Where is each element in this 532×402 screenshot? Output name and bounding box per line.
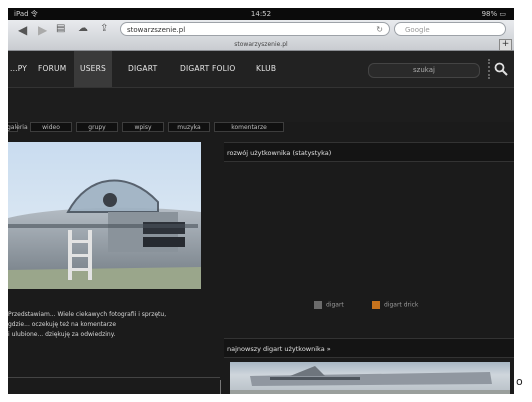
stats-panel-header: rozwój użytkownika (statystyka) (224, 142, 514, 162)
nav-item-1[interactable]: ...PY (10, 51, 27, 87)
status-bar: iPad 令 14:52 98% ▭ (8, 8, 514, 20)
latest-digart-thumbnail[interactable] (230, 362, 510, 394)
tab-grupy[interactable]: grupy (76, 122, 118, 132)
legend-swatch (314, 301, 322, 309)
tab-muzyka[interactable]: muzyka (168, 122, 210, 132)
stray-character: o (516, 375, 523, 388)
new-tab-button[interactable]: + (499, 39, 512, 51)
profile-photo[interactable] (8, 142, 201, 289)
browser-search-field[interactable]: Google (394, 22, 506, 36)
search-icon[interactable] (494, 62, 508, 76)
ipad-screen: iPad 令 14:52 98% ▭ ◀ ▶ ▤ ☁ ⇪ stowarzszen… (8, 8, 514, 394)
tab-wideo[interactable]: wideo (30, 122, 72, 132)
tab-wpisy[interactable]: wpisy (122, 122, 164, 132)
legend-label: digart drick (384, 301, 419, 309)
status-right: 98% ▭ (481, 10, 506, 18)
jet-cockpit-image (8, 142, 201, 289)
aircraft-image (230, 366, 510, 394)
description-line: Przedstawiam... Wiele ciekawych fotograf… (8, 311, 167, 318)
description-line: i ulubione... dziękuję za odwiedziny. (8, 331, 116, 338)
tab-galeria[interactable]: galeria (8, 122, 28, 132)
reload-icon[interactable]: ↻ (376, 23, 383, 37)
site-search-input[interactable]: szukaj (368, 63, 480, 78)
tab-komentarze[interactable]: komentarze (214, 122, 284, 132)
site-nav: ...PY FORUM USERS DIGART DIGART FOLIO KL… (8, 51, 514, 88)
nav-item-digart[interactable]: DIGART (128, 51, 157, 87)
url-field[interactable]: stowarzszenie.pl ↻ (120, 22, 390, 36)
share-icon[interactable]: ⇪ (100, 23, 108, 34)
nav-item-klub[interactable]: KLUB (256, 51, 276, 87)
header-band (8, 88, 514, 122)
bookmarks-icon[interactable]: ▤ (56, 23, 65, 34)
legend-item-digart: digart (314, 301, 344, 310)
description-line: gdzie... oczekuję też na komentarze (8, 321, 117, 328)
nav-item-forum[interactable]: FORUM (38, 51, 66, 87)
nav-item-digart-folio[interactable]: DIGART FOLIO (180, 51, 235, 87)
profile-description: Przedstawiam... Wiele ciekawych fotograf… (8, 310, 220, 340)
legend-item-digart-drick: digart drick (372, 301, 418, 310)
nav-item-users[interactable]: USERS (74, 51, 112, 87)
url-text: stowarzszenie.pl (127, 26, 186, 34)
latest-digart-header[interactable]: najnowszy digart użytkownika » (224, 338, 514, 358)
left-column-separator (8, 377, 220, 378)
forward-button[interactable]: ▶ (38, 23, 47, 37)
search-placeholder: Google (405, 26, 430, 34)
browser-toolbar: ◀ ▶ ▤ ☁ ⇪ stowarzszenie.pl ↻ Google stow… (8, 20, 514, 51)
column-divider (220, 380, 221, 394)
cloud-tabs-icon[interactable]: ☁ (78, 23, 88, 34)
back-button[interactable]: ◀ (18, 23, 27, 37)
legend-label: digart (326, 301, 344, 309)
status-time: 14:52 (250, 10, 272, 18)
legend-swatch (372, 301, 380, 309)
page-title: stowarzyszenie.pl (234, 41, 288, 48)
nav-divider (488, 59, 492, 79)
